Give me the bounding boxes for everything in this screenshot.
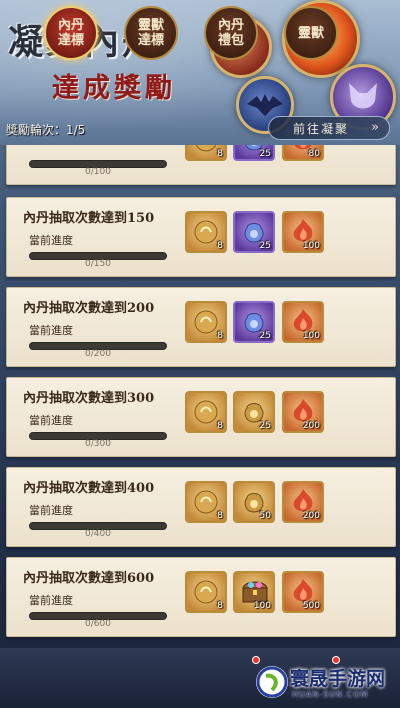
- watermark-url: HUAN-SUN.COM: [292, 690, 369, 699]
- milestone-card: 內丹抽取次數達到300 當前進度 0/300 8 25 200: [6, 377, 396, 457]
- tab-inner-core-target[interactable]: 內丹達標: [44, 6, 98, 60]
- red-flame-icon[interactable]: 200: [282, 391, 324, 433]
- gold-pouch-icon[interactable]: 8: [185, 211, 227, 253]
- gold-pouch-icon[interactable]: 8: [185, 301, 227, 343]
- red-flame-icon[interactable]: 200: [282, 481, 324, 523]
- milestone-card: 內丹抽取次數達到400 當前進度 0/400 8 50 200: [6, 467, 396, 547]
- gold-pouch-icon[interactable]: 8: [185, 481, 227, 523]
- reward-round-label: 獎勵輪次：1/5: [6, 123, 86, 137]
- gold-bag-icon[interactable]: 50: [233, 481, 275, 523]
- goto-condense-button[interactable]: 前往凝聚 »: [268, 116, 390, 140]
- goto-condense-label: 前往凝聚: [293, 121, 350, 136]
- progress-text: 0/300: [85, 439, 111, 449]
- watermark-text: 寰晟手游网: [290, 668, 386, 690]
- milestone-title: 內丹抽取次數達到150: [23, 211, 155, 226]
- gold-pouch-icon[interactable]: 8: [185, 391, 227, 433]
- watermark-logo-icon: [256, 666, 288, 698]
- blue-bag-icon[interactable]: 25: [233, 211, 275, 253]
- gold-pouch-icon[interactable]: 8: [185, 571, 227, 613]
- tab-spirit-beast[interactable]: 靈獸: [284, 6, 338, 60]
- progress-label: 當前進度: [29, 594, 73, 607]
- progress-label: 當前進度: [29, 234, 73, 247]
- game-screen: 凝聚內丹 達成獎勵 獎勵輪次：1/5 前往凝聚 » 0/100 8: [0, 0, 400, 708]
- progress-text: 0/200: [85, 349, 111, 359]
- progress-text: 0/600: [85, 619, 111, 629]
- milestone-title: 內丹抽取次數達到300: [23, 391, 155, 406]
- red-flame-icon[interactable]: 100: [282, 211, 324, 253]
- milestone-card: 內丹抽取次數達到200 當前進度 0/200 8 25 100: [6, 287, 396, 367]
- blue-bag-icon[interactable]: 25: [233, 145, 275, 161]
- blue-bag-icon[interactable]: 25: [233, 301, 275, 343]
- progress-text: 0/100: [85, 167, 111, 177]
- red-flame-icon[interactable]: 80: [282, 145, 324, 161]
- milestone-card: 0/100 8 25 80: [6, 145, 396, 185]
- progress-text: 0/400: [85, 529, 111, 539]
- tab-spirit-beast-target[interactable]: 靈獸達標: [124, 6, 178, 60]
- double-chevron-right-icon: »: [371, 120, 381, 135]
- event-subtitle: 達成獎勵: [52, 73, 176, 104]
- site-watermark: 寰晟手游网 HUAN-SUN.COM: [256, 664, 396, 704]
- notification-dot: [332, 656, 340, 664]
- tab-inner-core-pack[interactable]: 內丹禮包: [204, 6, 258, 60]
- progress-label: 當前進度: [29, 324, 73, 337]
- milestone-title: 內丹抽取次數達到400: [23, 481, 155, 496]
- progress-text: 0/150: [85, 259, 111, 269]
- red-flame-icon[interactable]: 500: [282, 571, 324, 613]
- treasure-chest-icon[interactable]: 100: [233, 571, 275, 613]
- milestone-card: 內丹抽取次數達到600 當前進度 0/600 8 100 500: [6, 557, 396, 637]
- red-flame-icon[interactable]: 100: [282, 301, 324, 343]
- milestone-list[interactable]: 0/100 8 25 80 內丹抽取次數達到150 當前進度 0/150 8 2…: [0, 145, 400, 648]
- gold-bag-icon[interactable]: 25: [233, 391, 275, 433]
- milestone-title: 內丹抽取次數達到600: [23, 571, 155, 586]
- milestone-card: 內丹抽取次數達到150 當前進度 0/150 8 25 100: [6, 197, 396, 277]
- progress-label: 當前進度: [29, 504, 73, 517]
- notification-dot: [252, 656, 260, 664]
- gold-pouch-icon[interactable]: 8: [185, 145, 227, 161]
- milestone-title: 內丹抽取次數達到200: [23, 301, 155, 316]
- progress-label: 當前進度: [29, 414, 73, 427]
